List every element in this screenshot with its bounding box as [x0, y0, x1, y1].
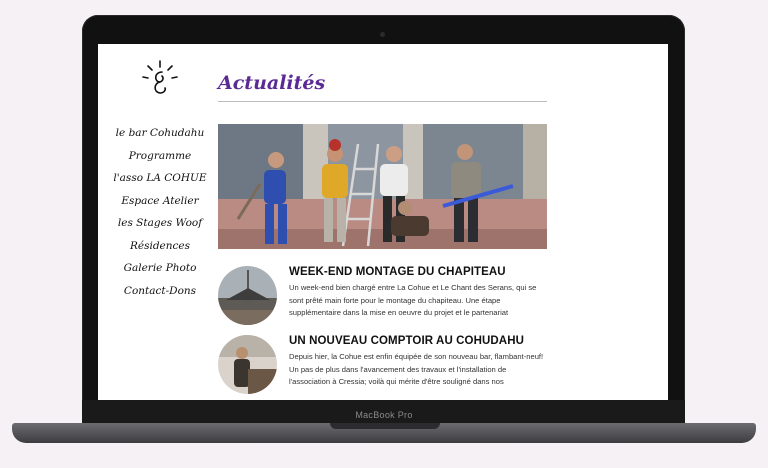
- website-screen: le bar Cohudahu Programme l'asso LA COHU…: [98, 44, 668, 400]
- article-thumbnail[interactable]: [218, 266, 277, 325]
- article-title[interactable]: WEEK-END MONTAGE DU CHAPITEAU: [289, 266, 547, 278]
- nav-item-galerie[interactable]: Galerie Photo: [110, 257, 210, 280]
- hero-photo[interactable]: [218, 124, 547, 249]
- nav-item-asso[interactable]: l'asso LA COHUE: [110, 167, 210, 190]
- article-excerpt: Depuis hier, la Cohue est enfin équipée …: [289, 352, 544, 387]
- nav-item-bar[interactable]: le bar Cohudahu: [110, 122, 210, 145]
- title-divider: [218, 101, 547, 102]
- nav-item-atelier[interactable]: Espace Atelier: [110, 190, 210, 213]
- article-excerpt: Un week-end bien chargé entre La Cohue e…: [289, 283, 537, 318]
- main-nav: le bar Cohudahu Programme l'asso LA COHU…: [110, 122, 210, 302]
- nav-item-contact[interactable]: Contact-Dons: [110, 280, 210, 303]
- page-title: Actualités: [218, 72, 326, 94]
- laptop-notch: [330, 423, 440, 429]
- nav-item-stages[interactable]: les Stages Woof: [110, 212, 210, 235]
- camera-icon: [380, 32, 385, 37]
- nav-item-residences[interactable]: Résidences: [110, 235, 210, 258]
- lightbulb-logo-icon[interactable]: [138, 58, 182, 102]
- article-thumbnail[interactable]: [218, 335, 277, 394]
- device-label: MacBook Pro: [355, 410, 413, 420]
- article-title[interactable]: UN NOUVEAU COMPTOIR AU COHUDAHU: [289, 335, 547, 347]
- nav-item-programme[interactable]: Programme: [110, 145, 210, 168]
